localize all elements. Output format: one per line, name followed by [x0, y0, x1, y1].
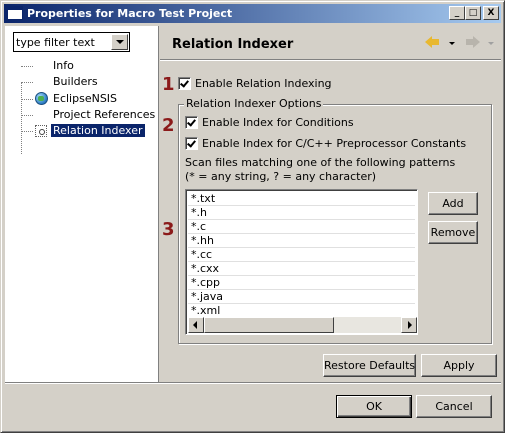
back-arrow-icon[interactable]	[425, 35, 441, 49]
tree-connector	[21, 99, 33, 100]
scan-description-line: Scan files matching one of the following…	[185, 156, 456, 169]
filter-combo[interactable]	[13, 32, 130, 52]
property-page: Relation Indexer 1 Enable Relation Index…	[160, 26, 501, 382]
list-item[interactable]: *.java	[188, 290, 415, 304]
window-icon	[7, 6, 23, 20]
annotation-marker-2: 2	[162, 115, 175, 136]
list-item[interactable]: *.cxx	[188, 262, 415, 276]
options-group-label: Relation Indexer Options	[184, 97, 324, 110]
tree-item-label: EclipseNSIS	[53, 92, 118, 105]
category-tree-pane: Info Builders EclipseNSIS Project Refere…	[5, 26, 159, 382]
tree-item-label: Builders	[53, 75, 98, 88]
list-item[interactable]: *.cpp	[188, 276, 415, 290]
horizontal-scrollbar[interactable]	[188, 317, 417, 333]
list-item[interactable]: *.cc	[188, 248, 415, 262]
restore-defaults-button[interactable]: Restore Defaults	[323, 354, 416, 377]
properties-dialog: Properties for Macro Test Project _ □ X …	[0, 0, 505, 433]
tree-item-eclipsensis[interactable]: EclipseNSIS	[21, 91, 155, 107]
filter-input[interactable]	[16, 34, 109, 50]
list-item[interactable]: *.xml	[188, 304, 415, 318]
globe-icon	[33, 92, 49, 106]
scroll-left-icon[interactable]	[188, 317, 204, 333]
remove-pattern-button[interactable]: Remove	[428, 221, 478, 244]
index-preprocessor-checkbox[interactable]	[185, 137, 198, 150]
list-item[interactable]: *.txt	[188, 192, 415, 206]
apply-button[interactable]: Apply	[421, 354, 497, 377]
index-conditions-label[interactable]: Enable Index for Conditions	[202, 116, 354, 129]
tree-item-label: Relation Indexer	[51, 124, 145, 137]
tree-connector	[21, 115, 33, 116]
close-button[interactable]: X	[483, 6, 499, 20]
add-pattern-button[interactable]: Add	[428, 192, 478, 215]
maximize-button[interactable]: □	[465, 6, 481, 20]
tree-item-info[interactable]: Info	[21, 58, 155, 74]
ok-button[interactable]: OK	[336, 395, 412, 418]
scroll-right-icon[interactable]	[401, 317, 417, 333]
list-item[interactable]: *.h	[188, 206, 415, 220]
annotation-marker-3: 3	[162, 219, 175, 240]
filter-dropdown-button[interactable]	[111, 34, 128, 50]
tree-item-relation-indexer[interactable]: Relation Indexer	[21, 123, 155, 139]
cancel-button[interactable]: Cancel	[416, 395, 492, 418]
forward-arrow-icon[interactable]	[464, 35, 480, 49]
tree-connector	[21, 82, 33, 83]
page-title: Relation Indexer	[172, 37, 294, 52]
scan-description: Scan files matching one of the following…	[185, 156, 455, 184]
forward-history-dropdown-icon[interactable]	[488, 42, 494, 45]
tree-connector	[21, 66, 33, 67]
dialog-button-divider	[5, 382, 501, 384]
enable-relation-indexing-label[interactable]: Enable Relation Indexing	[195, 77, 332, 90]
title-bar[interactable]: Properties for Macro Test Project _ □ X	[4, 4, 501, 23]
enable-relation-indexing-checkbox[interactable]	[178, 77, 191, 90]
annotation-marker-1: 1	[162, 74, 175, 95]
tree-connector	[21, 131, 33, 132]
tree-item-label: Info	[53, 59, 74, 72]
scrollbar-thumb[interactable]	[204, 317, 334, 333]
tree-item-label: Project References	[53, 108, 156, 121]
list-item[interactable]: *.hh	[188, 234, 415, 248]
window-title: Properties for Macro Test Project	[27, 7, 233, 20]
back-history-dropdown-icon[interactable]	[449, 42, 455, 45]
tree-item-project-references[interactable]: Project References	[21, 107, 155, 123]
chevron-down-icon	[116, 40, 124, 44]
index-conditions-checkbox[interactable]	[185, 116, 198, 129]
minimize-button[interactable]: _	[449, 6, 465, 20]
tree-item-builders[interactable]: Builders	[21, 74, 155, 90]
header-divider	[160, 59, 501, 61]
index-preprocessor-label[interactable]: Enable Index for C/C++ Preprocessor Cons…	[202, 137, 466, 150]
list-item[interactable]: *.c	[188, 220, 415, 234]
gear-icon	[33, 124, 49, 138]
scan-description-line: (* = any string, ? = any character)	[185, 170, 377, 183]
file-patterns-list[interactable]: *.txt *.h *.c *.hh *.cc *.cxx *.cpp *.ja…	[185, 189, 418, 335]
